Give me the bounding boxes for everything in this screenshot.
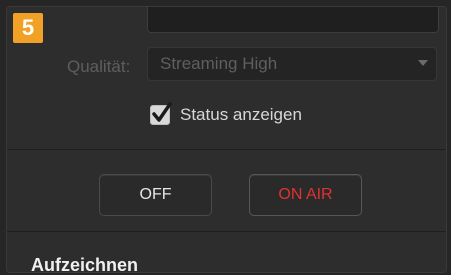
chevron-down-icon [418,60,428,66]
status-checkbox-label: Status anzeigen [180,105,302,124]
streaming-panel: 5 Qualität: Streaming High Status anzeig… [6,6,447,273]
on-air-button[interactable]: ON AIR [249,174,362,216]
status-checkbox-row[interactable]: Status anzeigen [150,102,302,125]
quality-label: Qualität: [67,57,131,76]
quality-selected-value: Streaming High [160,54,278,73]
stream-key-field[interactable] [147,7,439,33]
status-checkbox[interactable] [150,102,172,125]
section-title: Aufzeichnen [31,255,139,273]
quality-select[interactable]: Streaming High [147,47,437,81]
divider [7,149,446,150]
step-badge: 5 [13,13,43,43]
checkmark-icon [152,102,172,122]
off-button[interactable]: OFF [99,174,212,216]
divider [7,231,446,232]
